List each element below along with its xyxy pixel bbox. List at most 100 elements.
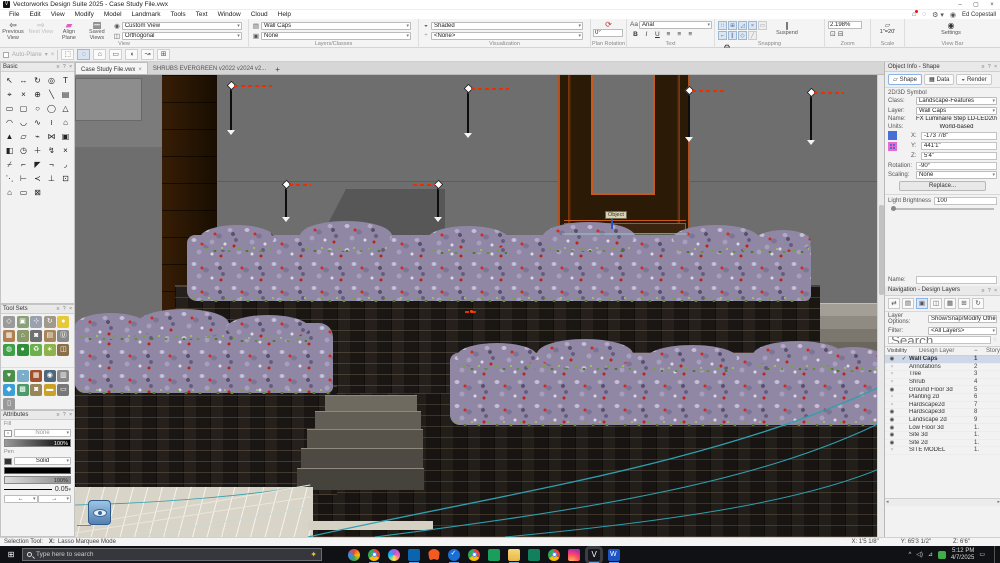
saved-views-button[interactable]: ▤Saved Views bbox=[84, 19, 110, 41]
bold-button[interactable]: B bbox=[631, 29, 640, 38]
clip-tool[interactable]: ▣ bbox=[59, 130, 72, 143]
table-row[interactable]: ◉ Ground Floor 3d 5 bbox=[885, 386, 1000, 394]
visibility-toggle[interactable]: ◉ bbox=[885, 432, 899, 438]
grid-toolset-icon[interactable]: ▥ bbox=[57, 370, 69, 382]
regular-polygon-tool[interactable]: △ bbox=[59, 102, 72, 115]
palette-window-icons[interactable]: ≡ ? × bbox=[982, 64, 998, 70]
nav-design-layers-icon[interactable]: ▣ bbox=[916, 298, 928, 309]
lamp-toolset-icon[interactable]: ● bbox=[57, 316, 69, 328]
table-row[interactable]: × Annotations 2 bbox=[885, 364, 1000, 372]
nav-saved-views-icon[interactable]: ⊞ bbox=[958, 298, 970, 309]
toolset-icon[interactable]: ↻ bbox=[44, 316, 56, 328]
layer-name[interactable]: Site 3d bbox=[909, 432, 974, 438]
notification-center-icon[interactable]: ▭ bbox=[979, 551, 985, 558]
tree-toolset-icon[interactable]: ● bbox=[17, 344, 29, 356]
cloud-toolset-icon[interactable]: ◔ bbox=[17, 370, 29, 382]
brightness-slider[interactable] bbox=[891, 208, 994, 210]
pen-color-bar[interactable] bbox=[4, 467, 71, 474]
reference-point-icon[interactable] bbox=[888, 142, 897, 151]
layer-options-dropdown[interactable]: Show/Snap/Modify Others bbox=[928, 315, 997, 323]
render-mode-dropdown[interactable]: Shaded bbox=[431, 22, 583, 30]
pen-opacity-slider[interactable]: 100% bbox=[4, 476, 71, 484]
resize-tool[interactable]: ⋱ bbox=[3, 172, 16, 185]
end-marker-dropdown[interactable]: → bbox=[38, 495, 72, 503]
trim-tool[interactable]: ⌿ bbox=[3, 158, 16, 171]
move-mode-icon[interactable] bbox=[888, 131, 897, 140]
menu-item[interactable]: File bbox=[4, 10, 24, 19]
visibility-toggle[interactable]: × bbox=[885, 364, 899, 370]
visibility-toggle[interactable]: × bbox=[885, 394, 899, 400]
align-left-button[interactable]: ≡ bbox=[664, 29, 673, 38]
symbol-insertion-tool[interactable]: ⊕ bbox=[31, 88, 44, 101]
spreadsheet-app-icon[interactable] bbox=[488, 549, 500, 561]
col-design-layer[interactable]: Design Layer bbox=[919, 348, 974, 354]
camera-toolset-icon[interactable]: ◉ bbox=[44, 370, 56, 382]
landscape-toolset-icon[interactable]: ♻ bbox=[30, 344, 42, 356]
background-render-dropdown[interactable]: <None> bbox=[431, 32, 583, 40]
instagram-icon[interactable] bbox=[568, 549, 580, 561]
connect-combine-tool[interactable]: ≺ bbox=[31, 172, 44, 185]
close-tab-icon[interactable]: × bbox=[138, 67, 142, 73]
table-row[interactable]: × Planting 2d 6 bbox=[885, 394, 1000, 402]
layer-name[interactable]: Ground Floor 3d bbox=[909, 387, 974, 393]
active-class-dropdown[interactable]: None bbox=[261, 32, 411, 40]
brave-icon[interactable] bbox=[428, 549, 440, 561]
vectorworks-icon[interactable] bbox=[588, 549, 600, 561]
visibility-toggle[interactable]: ◉ bbox=[885, 356, 899, 362]
layer-search-input[interactable] bbox=[888, 336, 991, 344]
scroll-left-arrow[interactable]: ◂ bbox=[886, 499, 889, 505]
table-row[interactable]: × Shrub 4 bbox=[885, 379, 1000, 387]
light-fixture-marker[interactable] bbox=[285, 184, 287, 217]
menu-item[interactable]: View bbox=[46, 10, 70, 19]
rotate-tool[interactable]: ◷ bbox=[17, 144, 30, 157]
water-toolset-icon[interactable]: ◆ bbox=[3, 384, 15, 396]
outlook-icon[interactable] bbox=[408, 549, 420, 561]
zoom-tool[interactable]: ◎ bbox=[45, 74, 58, 87]
menu-item[interactable]: Text bbox=[191, 10, 213, 19]
palette-window-icons[interactable]: ≡ ? × bbox=[982, 288, 998, 294]
menu-item[interactable]: Tools bbox=[165, 10, 190, 19]
col-number[interactable]: − bbox=[974, 348, 986, 354]
rect-select-mode-icon[interactable]: ▭ bbox=[109, 49, 122, 60]
clear-icon[interactable]: × bbox=[51, 52, 55, 58]
taskbar-clock[interactable]: 5:12 PM 4/7/2025 bbox=[951, 548, 974, 562]
next-view-button[interactable]: ⇨Next View bbox=[28, 19, 54, 36]
snap-edge-icon[interactable]: ⌐ bbox=[718, 31, 727, 40]
scaling-dropdown[interactable]: None bbox=[916, 171, 997, 179]
chrome-icon[interactable] bbox=[548, 549, 560, 561]
visibility-toggle[interactable]: × bbox=[885, 371, 899, 377]
chrome-icon[interactable] bbox=[368, 549, 380, 561]
align-center-button[interactable]: ≡ bbox=[675, 29, 684, 38]
nav-classes-icon[interactable]: ▤ bbox=[902, 298, 914, 309]
toolset-icon[interactable]: ◇ bbox=[3, 316, 15, 328]
start-button[interactable]: ⊞ bbox=[0, 550, 22, 559]
show-desktop-button[interactable] bbox=[994, 546, 996, 563]
toolset-icon[interactable]: ▤ bbox=[44, 330, 56, 342]
layer-name[interactable]: Low Floor 3d bbox=[909, 425, 974, 431]
nav-sheet-layers-icon[interactable]: ◫ bbox=[930, 298, 942, 309]
active-layer-dropdown[interactable]: Wall Caps bbox=[261, 22, 411, 30]
filter-dropdown[interactable]: <All Layers> bbox=[928, 327, 997, 335]
callout-tool[interactable]: ⌖ bbox=[3, 88, 16, 101]
menu-item[interactable]: Cloud bbox=[246, 10, 273, 19]
table-row[interactable]: × Tree 3 bbox=[885, 371, 1000, 379]
layer-name[interactable]: SITE MODEL bbox=[909, 447, 974, 453]
visibility-toggle[interactable]: × bbox=[885, 379, 899, 385]
align-plane-button[interactable]: ▰Align Plane bbox=[56, 19, 82, 41]
check-app-icon[interactable] bbox=[448, 549, 460, 561]
suspend-snapping-button[interactable]: ∥Suspend bbox=[775, 19, 799, 36]
table-row[interactable]: ◉ Landscape 2d 9 bbox=[885, 417, 1000, 425]
view-mode-dropdown[interactable]: Custom View bbox=[122, 22, 242, 30]
nav-organization-icon[interactable]: ⇄ bbox=[888, 298, 900, 309]
chrome-icon[interactable] bbox=[468, 549, 480, 561]
interactive-scaling-mode-icon[interactable]: ↝ bbox=[141, 49, 154, 60]
class-dropdown[interactable]: Landscape-Features bbox=[916, 97, 997, 105]
volume-icon[interactable]: ◁) bbox=[916, 551, 923, 558]
cortana-icon[interactable]: ✦ bbox=[310, 550, 317, 559]
snap-angle-icon[interactable]: ◿ bbox=[738, 21, 747, 30]
document-tab-inactive[interactable]: SHRUBS EVERGREEN v2022 v2024 v2... bbox=[148, 62, 271, 74]
z-coordinate-field[interactable]: 5'4" bbox=[921, 152, 997, 160]
tray-expand-icon[interactable]: ^ bbox=[908, 552, 911, 558]
arc-tool[interactable]: ◠ bbox=[3, 116, 16, 129]
menu-item[interactable]: Edit bbox=[24, 10, 45, 19]
